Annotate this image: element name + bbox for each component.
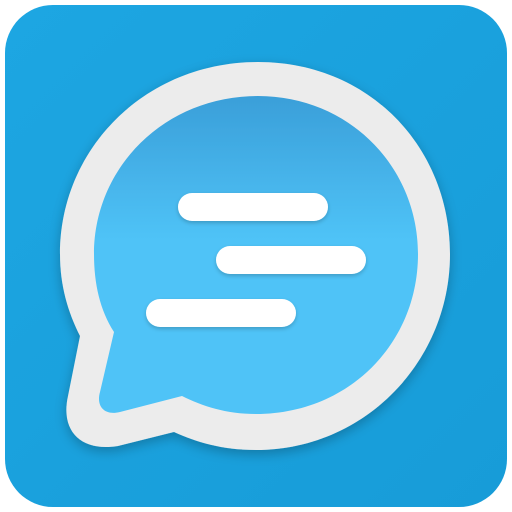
chat-app-icon-graphic [5, 5, 507, 507]
message-line-2 [216, 246, 366, 274]
message-line-3 [146, 299, 296, 327]
message-line-1 [178, 193, 328, 221]
chat-app-icon[interactable] [0, 0, 512, 512]
